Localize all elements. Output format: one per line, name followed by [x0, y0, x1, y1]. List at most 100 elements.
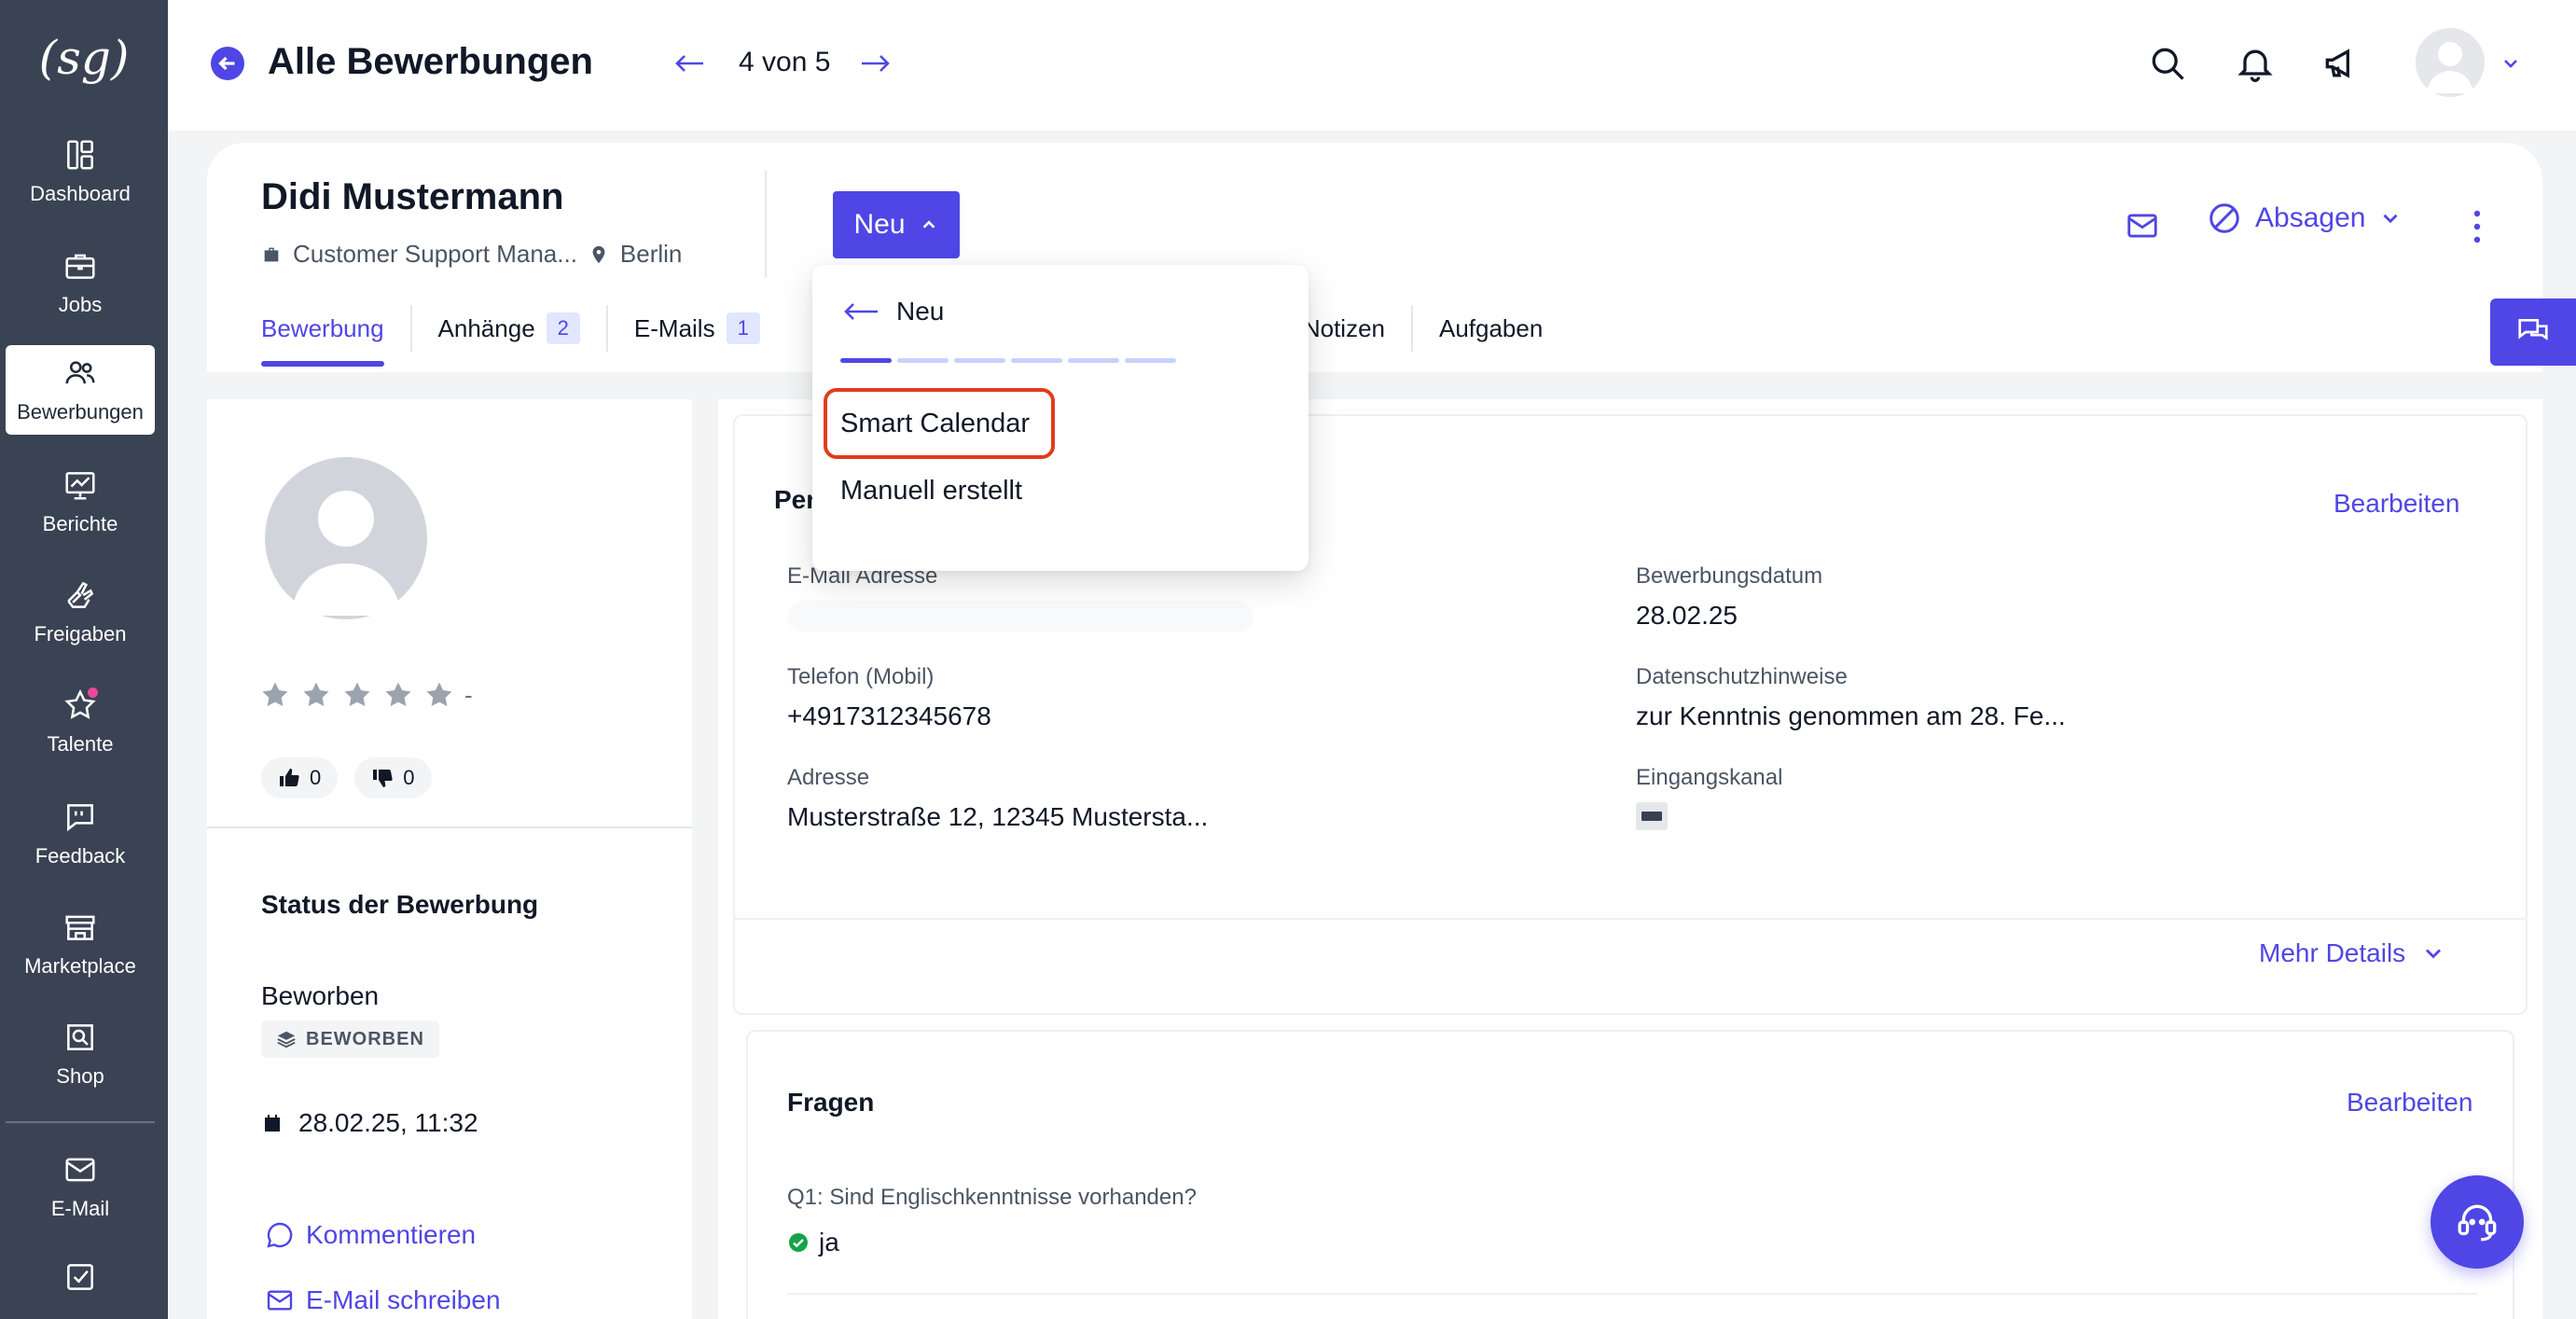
- tab-anhaenge[interactable]: Anhänge 2: [409, 305, 606, 352]
- sidebar-item-label: Berichte: [42, 512, 118, 535]
- more-details-label: Mehr Details: [2259, 938, 2406, 967]
- sidebar-item-dashboard[interactable]: Dashboard: [6, 127, 155, 216]
- sidebar-item-berichte[interactable]: Berichte: [6, 457, 155, 547]
- star-icon[interactable]: [259, 679, 291, 711]
- chat-toggle-button[interactable]: [2490, 299, 2576, 366]
- chevron-down-icon: [2383, 214, 2398, 224]
- questions-card: Fragen Bearbeiten Q1: Sind Englischkennt…: [746, 1030, 2514, 1319]
- candidate-summary-panel: - 0 0 Status der Bewerbung Beworben BEWO…: [207, 399, 692, 1319]
- status-badge-label: BEWORBEN: [306, 1028, 424, 1049]
- more-details-button[interactable]: Mehr Details: [2259, 938, 2446, 968]
- pipeline-progress: [840, 358, 1176, 363]
- personal-info-title: Per: [774, 485, 817, 514]
- rating-stars[interactable]: -: [259, 679, 473, 711]
- option-manual[interactable]: Manuell erstellt: [840, 476, 1022, 507]
- dropdown-back-button[interactable]: Neu: [842, 297, 944, 326]
- send-mail-icon[interactable]: [2125, 208, 2160, 243]
- comment-icon: [267, 1222, 293, 1248]
- sidebar-item-label: Jobs: [58, 293, 103, 316]
- email-value[interactable]: [787, 601, 1253, 632]
- candidate-header: Didi Mustermann Customer Support Mana...…: [207, 143, 2542, 372]
- progress-step: [1068, 358, 1119, 363]
- chart-board-icon: [62, 467, 98, 503]
- shop-search-icon: [62, 1020, 98, 1055]
- tab-label: E-Mails: [633, 313, 715, 342]
- user-avatar[interactable]: [2416, 28, 2485, 97]
- star-icon[interactable]: [341, 679, 373, 711]
- candidate-name: Didi Mustermann: [261, 176, 564, 217]
- candidate-location: Berlin: [619, 240, 683, 268]
- privacy-field: Datenschutzhinweise zur Kenntnis genomme…: [1636, 664, 2066, 731]
- sidebar-item-label: Marketplace: [24, 954, 136, 978]
- topbar: Alle Bewerbungen 4 von 5: [168, 0, 2576, 131]
- search-icon[interactable]: [2147, 43, 2188, 84]
- write-mail-link[interactable]: E-Mail schreiben: [265, 1285, 501, 1315]
- candidate-job[interactable]: Customer Support Mana...: [293, 240, 577, 269]
- edit-questions-button[interactable]: Bearbeiten: [2347, 1088, 2472, 1118]
- tab-bewerbung[interactable]: Bewerbung: [261, 305, 410, 367]
- status-dropdown-button[interactable]: Neu: [833, 191, 960, 258]
- write-mail-label: E-Mail schreiben: [306, 1285, 501, 1314]
- next-arrow-icon[interactable]: [856, 45, 893, 82]
- candidate-avatar: [265, 457, 427, 619]
- progress-step: [954, 358, 1005, 363]
- back-button[interactable]: [211, 47, 244, 80]
- sidebar-item-label: Talente: [47, 732, 114, 756]
- sidebar-divider: [6, 1121, 155, 1123]
- address-field: Adresse Musterstraße 12, 12345 Mustersta…: [787, 765, 1208, 832]
- tab-count-badge: 1: [726, 312, 760, 344]
- star-icon[interactable]: [423, 679, 455, 711]
- app-logo[interactable]: (sg): [0, 21, 168, 95]
- mail-icon: [267, 1290, 293, 1311]
- sidebar-item-label: Feedback: [35, 844, 126, 868]
- checkbox-icon: [62, 1259, 98, 1295]
- tab-label: Notizen: [1302, 313, 1385, 342]
- answer-text: ja: [819, 1228, 839, 1257]
- more-options-icon[interactable]: [2468, 208, 2486, 245]
- megaphone-icon[interactable]: [2320, 43, 2361, 84]
- thumbs-down-button[interactable]: 0: [354, 757, 432, 798]
- option-smart-calendar[interactable]: Smart Calendar: [840, 409, 1030, 439]
- edit-personal-button[interactable]: Bearbeiten: [2334, 489, 2459, 519]
- thumbs-up-button[interactable]: 0: [261, 757, 339, 798]
- application-date-field: Bewerbungsdatum 28.02.25: [1636, 563, 1822, 631]
- field-value[interactable]: +4917312345678: [787, 701, 991, 731]
- sidebar-item-shop[interactable]: Shop: [6, 1009, 155, 1099]
- sidebar-item-tasks[interactable]: [6, 1241, 155, 1319]
- tab-emails[interactable]: E-Mails 1: [605, 305, 786, 352]
- questions-title: Fragen: [787, 1088, 875, 1117]
- channel-field: Eingangskanal: [1636, 765, 1782, 830]
- sidebar-item-talente[interactable]: Talente: [6, 677, 155, 767]
- sidebar-item-freigaben[interactable]: Freigaben: [6, 567, 155, 657]
- field-value: zur Kenntnis genommen am 28. Fe...: [1636, 701, 2066, 730]
- sidebar: (sg) Dashboard Jobs Bewerbungen Berichte…: [0, 0, 168, 1319]
- thumbs-up-icon: [280, 769, 299, 786]
- card-divider: [735, 918, 2526, 920]
- comment-link[interactable]: Kommentieren: [265, 1220, 476, 1250]
- sidebar-item-marketplace[interactable]: Marketplace: [6, 899, 155, 989]
- field-value: 28.02.25: [1636, 601, 1738, 630]
- page-title: Alle Bewerbungen: [268, 41, 593, 82]
- tab-aufgaben[interactable]: Aufgaben: [1410, 305, 1569, 352]
- bell-icon[interactable]: [2235, 43, 2276, 84]
- reject-button[interactable]: Absagen: [2207, 201, 2403, 236]
- sidebar-item-label: Shop: [56, 1064, 104, 1088]
- layers-icon: [277, 1031, 296, 1048]
- check-circle-icon: [789, 1233, 808, 1252]
- sidebar-item-bewerbungen[interactable]: Bewerbungen: [6, 345, 155, 435]
- status-date: 28.02.25, 11:32: [261, 1108, 478, 1138]
- star-icon[interactable]: [300, 679, 332, 711]
- sidebar-item-feedback[interactable]: Feedback: [6, 789, 155, 879]
- status-badge: BEWORBEN: [261, 1020, 439, 1058]
- chevron-down-icon[interactable]: [2500, 52, 2522, 75]
- support-chat-button[interactable]: [2431, 1175, 2524, 1269]
- question-text: Q1: Sind Englischkenntnisse vorhanden?: [787, 1185, 1197, 1210]
- chevron-up-icon: [922, 220, 935, 229]
- thumbs-down-count: 0: [403, 766, 415, 789]
- header-divider: [765, 171, 767, 277]
- sidebar-item-jobs[interactable]: Jobs: [6, 238, 155, 327]
- sidebar-item-email[interactable]: E-Mail: [6, 1142, 155, 1231]
- star-icon[interactable]: [382, 679, 414, 711]
- previous-arrow-icon[interactable]: [672, 45, 709, 82]
- tab-label: Aufgaben: [1438, 313, 1544, 342]
